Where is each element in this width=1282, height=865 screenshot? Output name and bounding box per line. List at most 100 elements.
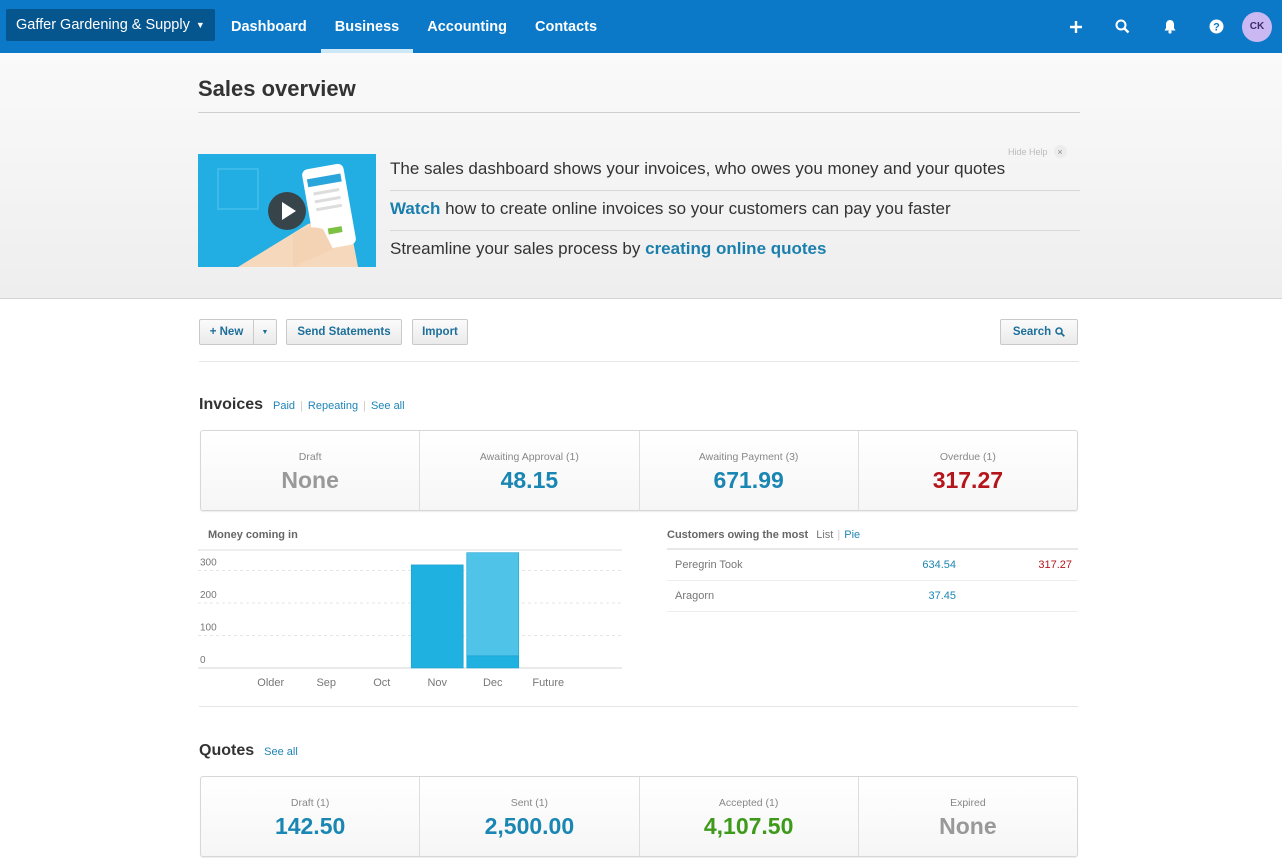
help-video-thumbnail[interactable]	[198, 154, 376, 267]
customer-name: Peregrin Took	[675, 559, 743, 571]
invoices-heading: Invoices	[199, 396, 264, 413]
search-button[interactable]: Search	[1000, 319, 1078, 345]
bar-nov-due	[410, 564, 464, 669]
quote-summary: Draft (1) 142.50 Sent (1) 2,500.00 Accepte…	[200, 776, 1078, 857]
quote-card-draft[interactable]: Draft (1) 142.50	[201, 777, 421, 856]
bell-icon[interactable]	[1146, 19, 1193, 34]
creating-online-quotes-link[interactable]: creating online quotes	[645, 239, 826, 258]
help-icon[interactable]: ?	[1193, 19, 1240, 34]
quotes-heading: Quotes	[199, 742, 255, 759]
search-icon[interactable]	[1099, 19, 1146, 34]
card-value: 317.27	[932, 467, 1004, 493]
y-tick-label: 300	[200, 558, 217, 569]
x-tick-label: Nov	[427, 677, 447, 689]
card-label: Awaiting Approval (1)	[479, 451, 579, 463]
topbar-actions: ? CK	[1052, 0, 1272, 53]
card-value: 671.99	[713, 467, 784, 493]
customers-owing-title: Customers owing the most	[667, 529, 809, 541]
card-value: 2,500.00	[484, 813, 575, 839]
customer-owing: 37.45	[928, 590, 956, 602]
caret-down-icon: ▼	[261, 328, 269, 336]
customer-row[interactable]: Aragorn 37.45	[667, 581, 1078, 612]
quote-card-accepted[interactable]: Accepted (1) 4,107.50	[640, 777, 859, 856]
card-label: Draft (1)	[290, 797, 330, 809]
customer-overdue: 317.27	[1038, 559, 1072, 571]
money-coming-in-chart: 0 100 200 300 Older Sep Oct Nov Dec Future	[198, 549, 622, 689]
card-label: Sent (1)	[510, 797, 549, 809]
svg-text:?: ?	[1213, 21, 1220, 33]
quotes-section-title: Quotes See all	[199, 742, 298, 760]
card-value: 4,107.50	[703, 813, 794, 839]
quotes-see-all-link[interactable]: See all	[264, 746, 298, 758]
card-value: 142.50	[274, 813, 346, 839]
search-label: Search	[1012, 326, 1052, 338]
invoices-section-title: Invoices Paid | Repeating | See all	[199, 396, 405, 414]
customer-row[interactable]: Peregrin Took 634.54 317.27	[667, 550, 1078, 581]
invoice-card-overdue[interactable]: Overdue (1) 317.27	[859, 431, 1077, 510]
help-line-quotes: Streamline your sales process by creatin…	[390, 231, 1080, 271]
new-button-label: + New	[209, 326, 244, 338]
plus-icon[interactable]	[1052, 20, 1099, 34]
x-tick-label: Sep	[316, 677, 336, 689]
card-value: None	[281, 467, 339, 493]
invoices-paid-link[interactable]: Paid	[273, 400, 295, 412]
card-label: Expired	[950, 797, 986, 809]
help-text: how to create online invoices so your cu…	[440, 199, 951, 218]
nav-contacts[interactable]: Contacts	[521, 0, 611, 53]
invoice-summary: Draft None Awaiting Approval (1) 48.15 Awa…	[200, 430, 1078, 511]
card-label: Overdue (1)	[939, 451, 996, 463]
sales-toolbar: + New ▼ Send Statements Import Search	[199, 319, 1079, 362]
new-dropdown-button[interactable]: ▼	[253, 319, 277, 345]
organisation-switcher[interactable]: Gaffer Gardening & Supply ▼	[6, 9, 215, 41]
y-tick-label: 100	[200, 623, 217, 634]
avatar[interactable]: CK	[1242, 11, 1272, 42]
quotes-links: See all	[264, 746, 298, 758]
nav-business[interactable]: Business	[320, 0, 414, 53]
invoice-card-awaiting-payment[interactable]: Awaiting Payment (3) 671.99	[640, 431, 859, 510]
page-title: Sales overview	[198, 76, 1080, 113]
help-line-watch: Watch how to create online invoices so y…	[390, 191, 1080, 231]
customers-owing-panel: Customers owing the most List | Pie Peregr…	[667, 523, 1078, 612]
help-text: The sales dashboard shows your invoices,…	[390, 159, 1006, 178]
main-nav: Dashboard Business Accounting Contacts	[217, 0, 611, 53]
nav-accounting[interactable]: Accounting	[413, 0, 521, 53]
bar-dec-upcoming	[466, 552, 520, 657]
send-statements-label: Send Statements	[297, 326, 391, 338]
page-header: Sales overview Hide Help × The sales das…	[0, 53, 1282, 299]
card-value: None	[939, 813, 997, 839]
x-tick-label: Dec	[483, 677, 503, 689]
invoice-card-draft[interactable]: Draft None	[201, 431, 421, 510]
y-tick-label: 200	[200, 590, 217, 601]
organisation-name: Gaffer Gardening & Supply	[16, 17, 190, 33]
help-text: Streamline your sales process by	[390, 239, 646, 258]
invoices-repeating-link[interactable]: Repeating	[308, 400, 358, 412]
card-value: 48.15	[500, 467, 559, 493]
caret-down-icon: ▼	[195, 20, 205, 30]
view-list-toggle[interactable]: List	[816, 529, 833, 541]
search-icon	[1055, 327, 1066, 337]
quote-card-expired[interactable]: Expired None	[859, 777, 1077, 856]
customer-owing: 634.54	[922, 559, 956, 571]
invoice-card-awaiting-approval[interactable]: Awaiting Approval (1) 48.15	[420, 431, 640, 510]
import-button[interactable]: Import	[412, 319, 468, 345]
customer-name: Aragorn	[675, 590, 715, 602]
quote-card-sent[interactable]: Sent (1) 2,500.00	[420, 777, 640, 856]
top-navigation-bar: Gaffer Gardening & Supply ▼ Dashboard Bu…	[0, 0, 1282, 53]
card-label: Draft	[298, 451, 322, 463]
import-label: Import	[422, 326, 458, 338]
card-label: Awaiting Payment (3)	[698, 451, 799, 463]
view-pie-toggle[interactable]: Pie	[844, 529, 860, 541]
invoices-see-all-link[interactable]: See all	[371, 400, 405, 412]
invoices-links: Paid | Repeating | See all	[273, 400, 405, 412]
card-label: Accepted (1)	[718, 797, 779, 809]
nav-dashboard[interactable]: Dashboard	[217, 0, 321, 53]
section-divider	[199, 706, 1078, 707]
money-coming-in-title: Money coming in	[208, 529, 298, 541]
new-button[interactable]: + New	[199, 319, 254, 345]
help-line-dashboard: The sales dashboard shows your invoices,…	[390, 151, 1080, 191]
watch-link[interactable]: Watch	[390, 199, 440, 218]
y-tick-label: 0	[200, 655, 206, 666]
send-statements-button[interactable]: Send Statements	[286, 319, 402, 345]
customers-owing-header: Customers owing the most List | Pie	[667, 523, 1078, 550]
x-tick-label: Future	[532, 677, 564, 689]
